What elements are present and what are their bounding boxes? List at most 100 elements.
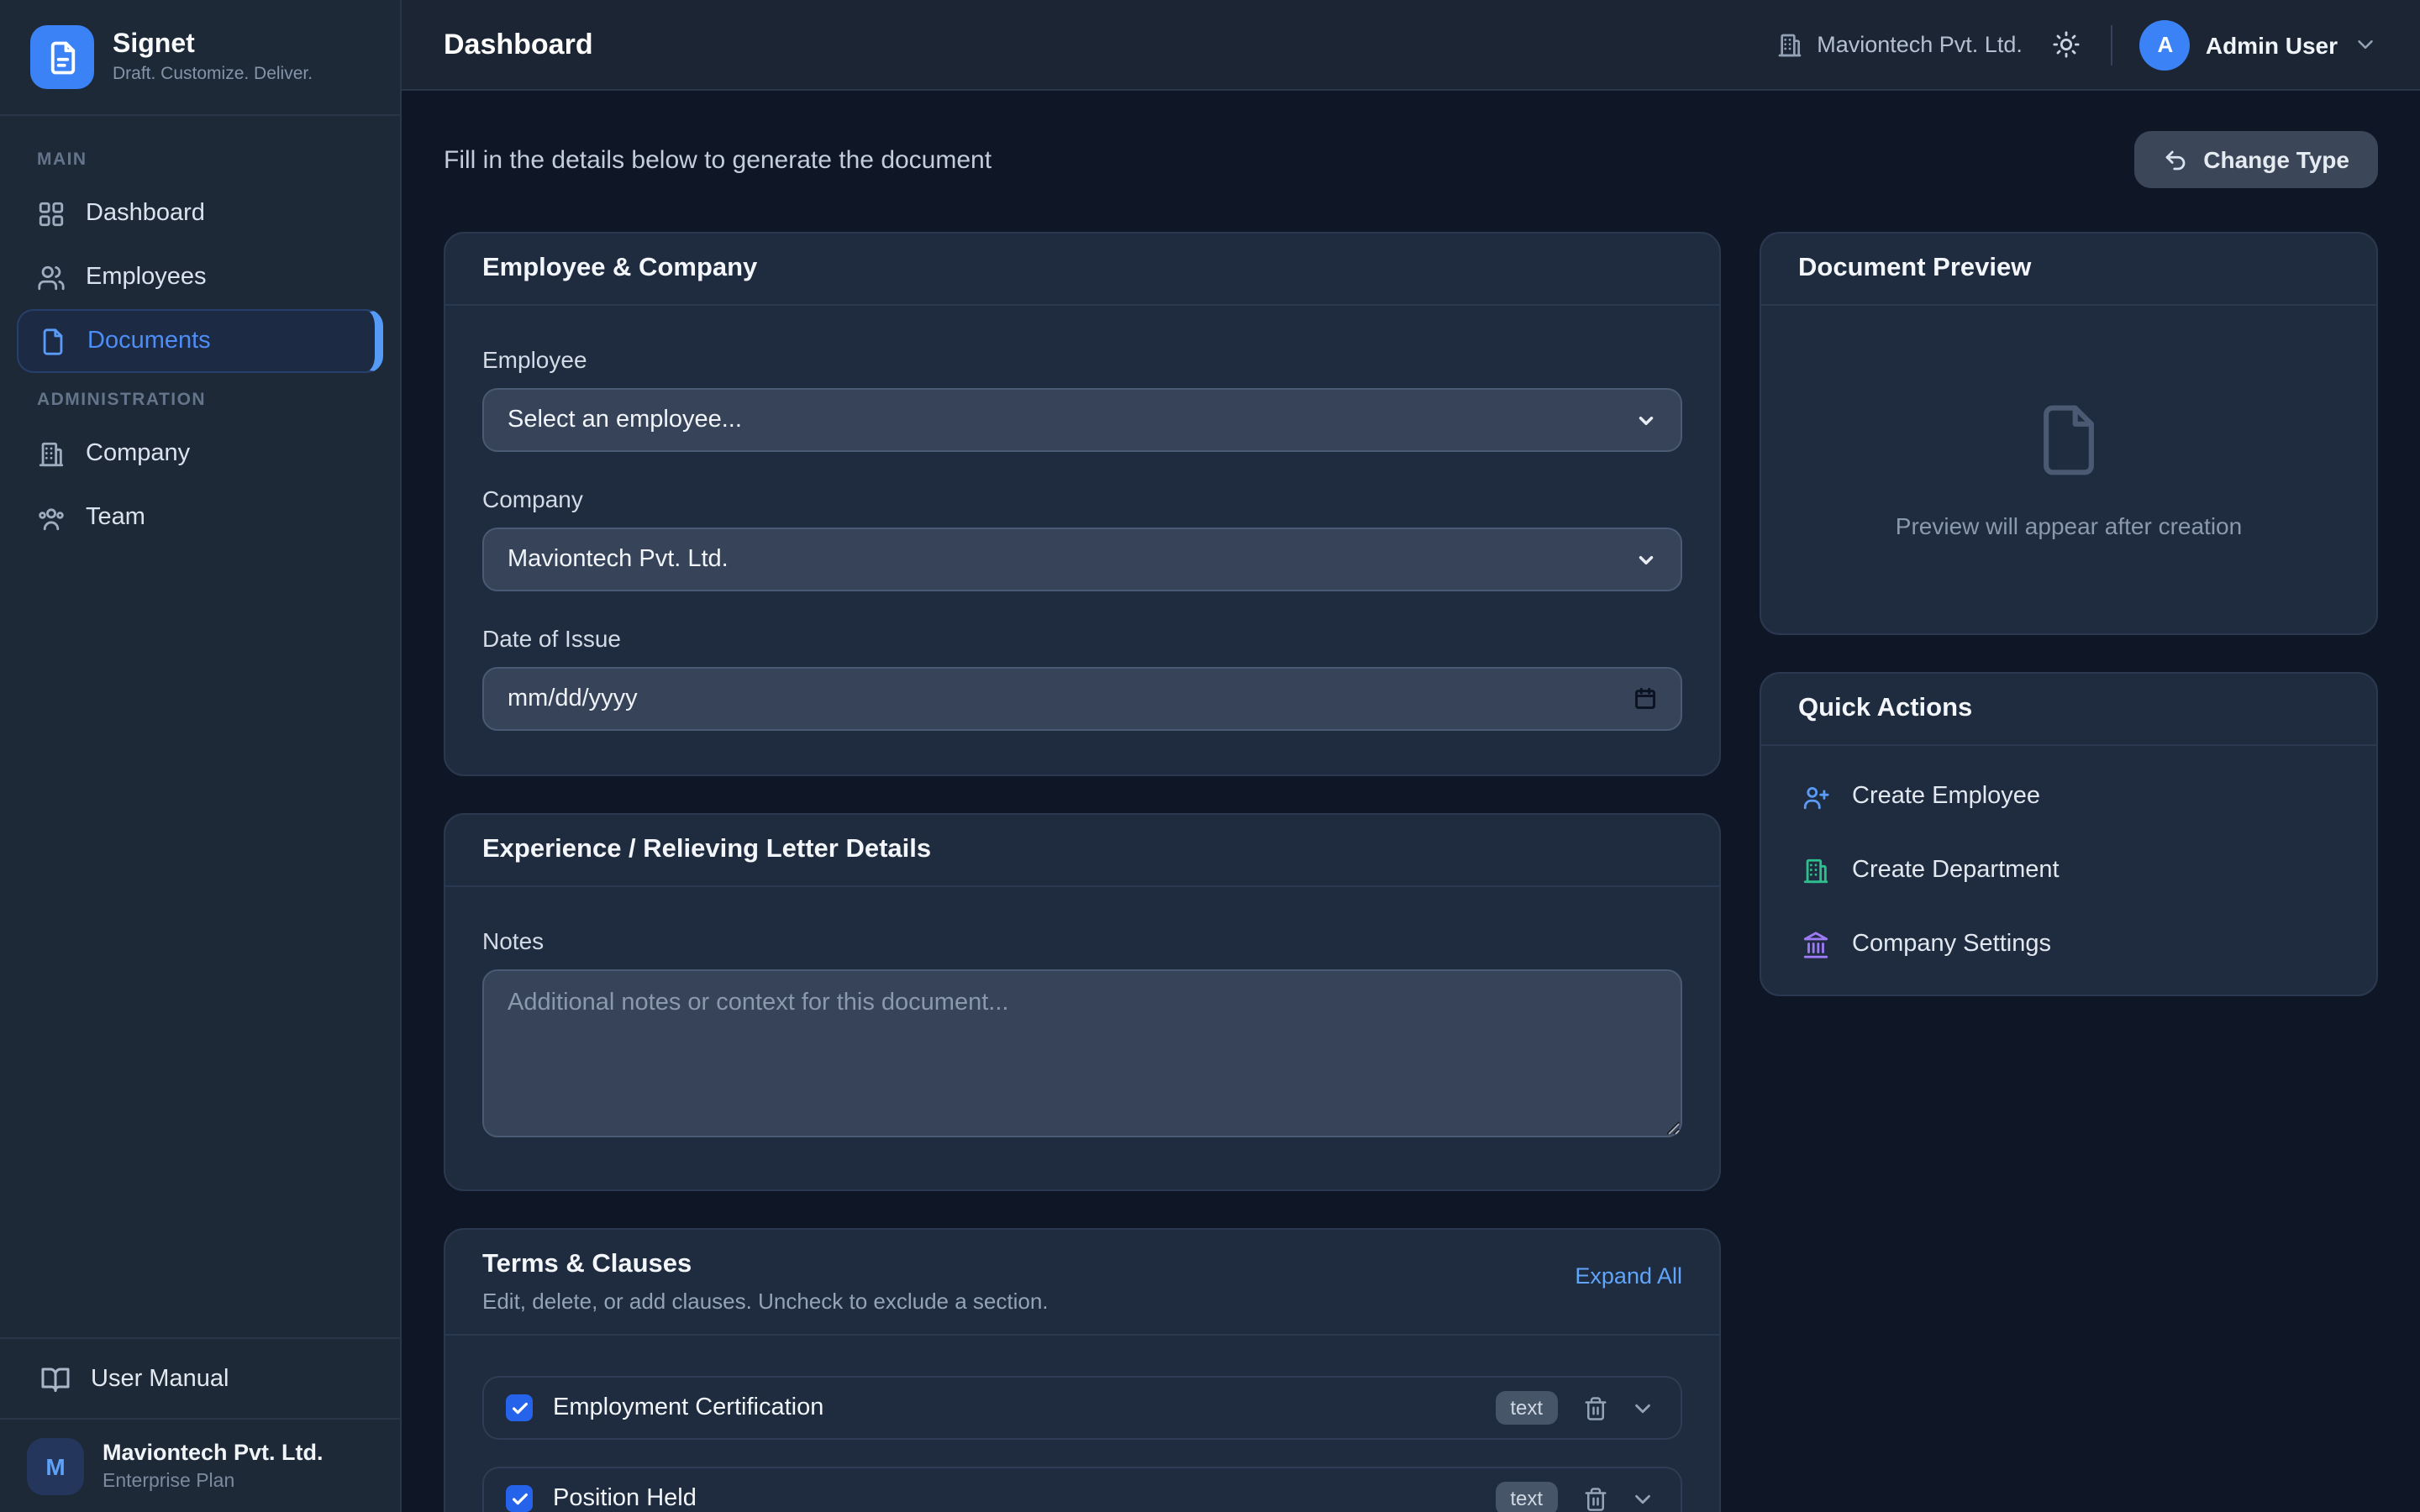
- clause-row-employment-certification: Employment Certification text: [482, 1376, 1682, 1440]
- quick-action-label: Create Department: [1852, 857, 2060, 884]
- page-title: Dashboard: [444, 28, 593, 61]
- org-plan: Enterprise Plan: [103, 1471, 324, 1491]
- sidebar-item-documents[interactable]: Documents: [17, 309, 383, 373]
- user-avatar: A: [2140, 19, 2191, 70]
- org-avatar: M: [27, 1437, 84, 1494]
- user-name: Admin User: [2206, 31, 2338, 58]
- card-header: Document Preview: [1761, 234, 2376, 306]
- app-window: Signet Draft. Customize. Deliver. MAIN D…: [0, 0, 2420, 1512]
- book-open-icon: [40, 1363, 71, 1394]
- chevron-down-icon: [1635, 409, 1657, 431]
- sidebar-item-employees[interactable]: Employees: [17, 245, 383, 309]
- clause-type-badge: text: [1495, 1391, 1558, 1425]
- card-header: Experience / Relieving Letter Details: [445, 815, 1719, 887]
- chevron-down-icon: [2353, 32, 2378, 57]
- topbar-company-name: Maviontech Pvt. Ltd.: [1817, 32, 2023, 57]
- app-logo-icon: [30, 25, 94, 89]
- team-icon: [37, 503, 66, 532]
- terms-clauses-card: Terms & Clauses Edit, delete, or add cla…: [444, 1228, 1721, 1512]
- building-icon: [1776, 31, 1803, 58]
- topbar-divider: [2112, 24, 2113, 65]
- app-tagline: Draft. Customize. Deliver.: [113, 64, 313, 84]
- content-head: Fill in the details below to generate th…: [444, 131, 2378, 188]
- card-title: Employee & Company: [482, 254, 757, 284]
- company-field: Company Maviontech Pvt. Ltd.: [482, 486, 1682, 591]
- date-of-issue-input[interactable]: mm/dd/yyyy: [482, 667, 1682, 731]
- clause-type-badge: text: [1495, 1482, 1558, 1512]
- app-name: Signet: [113, 30, 313, 61]
- sidebar-item-label: Team: [86, 504, 145, 531]
- preview-empty-text: Preview will appear after creation: [1896, 512, 2242, 538]
- expand-all-link[interactable]: Expand All: [1575, 1263, 1682, 1289]
- employee-company-card: Employee & Company Employee Select an em…: [444, 232, 1721, 776]
- content-subtitle: Fill in the details below to generate th…: [444, 145, 992, 174]
- company-select-value: Maviontech Pvt. Ltd.: [508, 546, 1635, 573]
- side-column: Document Preview Preview will appear aft…: [1760, 232, 2378, 1033]
- card-title: Terms & Clauses: [482, 1250, 1049, 1280]
- user-menu[interactable]: A Admin User: [2140, 19, 2378, 70]
- sidebar-item-dashboard[interactable]: Dashboard: [17, 181, 383, 245]
- sidebar-item-company[interactable]: Company: [17, 422, 383, 486]
- user-manual-label: User Manual: [91, 1365, 229, 1392]
- topbar-company: Maviontech Pvt. Ltd.: [1776, 31, 2023, 58]
- brand-text: Signet Draft. Customize. Deliver.: [113, 30, 313, 85]
- file-icon: [39, 327, 67, 355]
- org-info: M Maviontech Pvt. Ltd. Enterprise Plan: [0, 1418, 400, 1512]
- card-title: Experience / Relieving Letter Details: [482, 835, 931, 865]
- employee-field: Employee Select an employee...: [482, 346, 1682, 452]
- file-icon: [2030, 401, 2107, 478]
- building-icon: [1802, 856, 1830, 885]
- notes-textarea[interactable]: [482, 969, 1682, 1137]
- notes-label: Notes: [482, 927, 1682, 954]
- content-grid: Employee & Company Employee Select an em…: [444, 232, 2378, 1512]
- preview-body: Preview will appear after creation: [1761, 306, 2376, 633]
- card-body: Employment Certification text: [445, 1336, 1719, 1512]
- sidebar-item-label: Dashboard: [86, 200, 205, 227]
- change-type-button[interactable]: Change Type: [2134, 131, 2378, 188]
- topbar: Dashboard Maviontech Pvt. Ltd.: [402, 0, 2420, 91]
- date-placeholder: mm/dd/yyyy: [508, 685, 1634, 712]
- quick-action-create-employee[interactable]: Create Employee: [1761, 759, 2376, 833]
- quick-action-company-settings[interactable]: Company Settings: [1761, 907, 2376, 981]
- clause-label: Position Held: [553, 1485, 1495, 1512]
- content: Fill in the details below to generate th…: [402, 91, 2420, 1512]
- form-column: Employee & Company Employee Select an em…: [444, 232, 1721, 1512]
- clause-checkbox[interactable]: [506, 1394, 533, 1421]
- card-title: Document Preview: [1798, 254, 2031, 284]
- grid-icon: [37, 199, 66, 228]
- clause-checkbox[interactable]: [506, 1485, 533, 1512]
- card-title: Quick Actions: [1798, 694, 1972, 724]
- company-select[interactable]: Maviontech Pvt. Ltd.: [482, 528, 1682, 591]
- clause-label: Employment Certification: [553, 1394, 1495, 1421]
- clause-row-position-held: Position Held text: [482, 1467, 1682, 1512]
- card-header: Employee & Company: [445, 234, 1719, 306]
- employee-select-value: Select an employee...: [508, 407, 1635, 433]
- quick-action-create-department[interactable]: Create Department: [1761, 833, 2376, 907]
- trash-icon[interactable]: [1580, 1392, 1612, 1424]
- undo-arrow-icon: [2163, 147, 2188, 172]
- date-of-issue-field: Date of Issue mm/dd/yyyy: [482, 625, 1682, 731]
- brand: Signet Draft. Customize. Deliver.: [0, 0, 400, 116]
- theme-toggle-sun-icon[interactable]: [2049, 27, 2085, 62]
- org-name: Maviontech Pvt. Ltd.: [103, 1441, 324, 1467]
- card-body: Employee Select an employee... Company: [445, 306, 1719, 774]
- employee-select[interactable]: Select an employee...: [482, 388, 1682, 452]
- sidebar-item-team[interactable]: Team: [17, 486, 383, 549]
- user-manual-link[interactable]: User Manual: [0, 1337, 400, 1418]
- date-of-issue-label: Date of Issue: [482, 625, 1682, 652]
- trash-icon[interactable]: [1580, 1483, 1612, 1512]
- sidebar: Signet Draft. Customize. Deliver. MAIN D…: [0, 0, 402, 1512]
- card-body: Notes: [445, 887, 1719, 1189]
- chevron-down-icon: [1635, 549, 1657, 570]
- users-icon: [37, 263, 66, 291]
- terms-header-text: Terms & Clauses Edit, delete, or add cla…: [482, 1250, 1049, 1314]
- nav-section-main: MAIN: [37, 150, 363, 170]
- chevron-down-icon[interactable]: [1627, 1483, 1659, 1512]
- nav-section-administration: ADMINISTRATION: [37, 390, 363, 410]
- chevron-down-icon[interactable]: [1627, 1392, 1659, 1424]
- org-text: Maviontech Pvt. Ltd. Enterprise Plan: [103, 1441, 324, 1491]
- building-icon: [37, 439, 66, 468]
- notes-field: Notes: [482, 927, 1682, 1146]
- company-label: Company: [482, 486, 1682, 512]
- calendar-icon[interactable]: [1634, 687, 1657, 711]
